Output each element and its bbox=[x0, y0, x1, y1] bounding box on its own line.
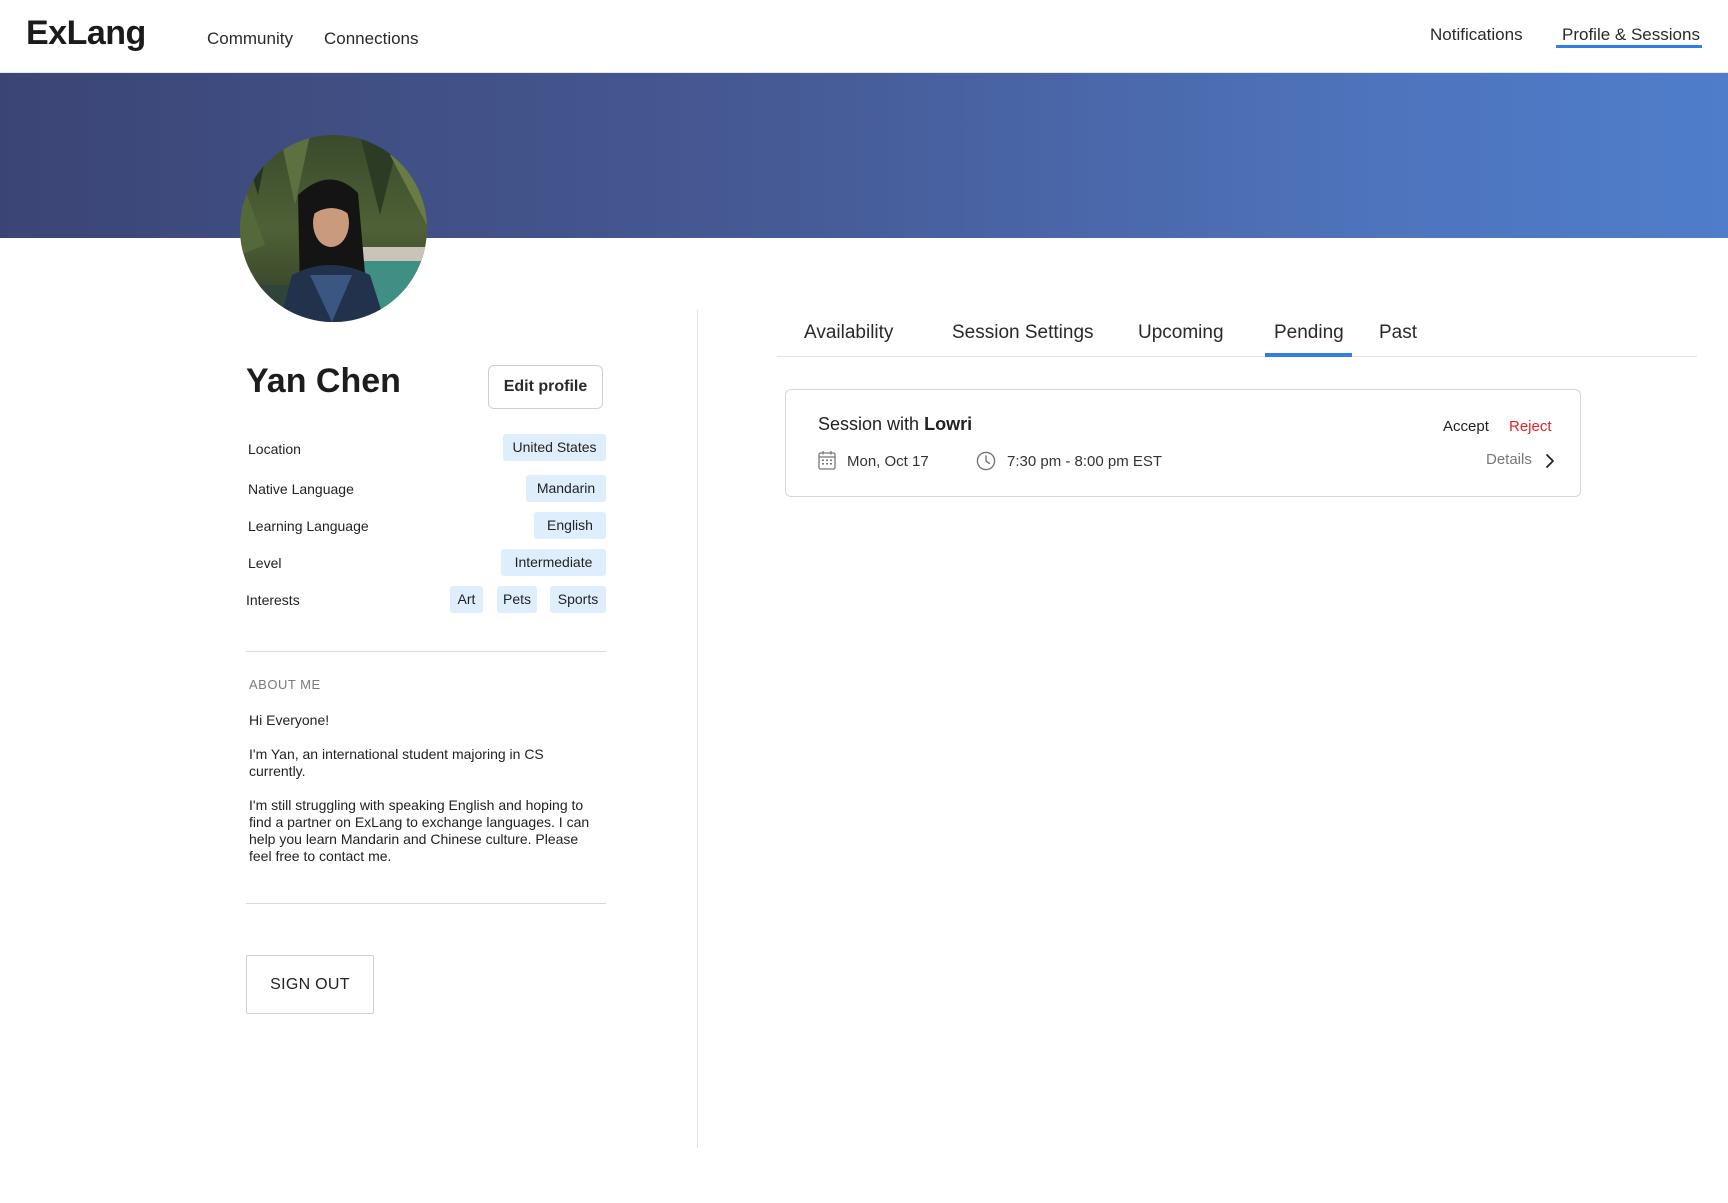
avatar bbox=[240, 135, 427, 322]
session-title: Session with Lowri bbox=[818, 414, 972, 435]
tab-pending[interactable]: Pending bbox=[1274, 322, 1344, 344]
nav-community[interactable]: Community bbox=[207, 29, 293, 49]
reject-button[interactable]: Reject bbox=[1509, 418, 1552, 435]
nav-connections[interactable]: Connections bbox=[324, 29, 419, 49]
session-date: Mon, Oct 17 bbox=[847, 453, 929, 470]
interest-chip-pets: Pets bbox=[497, 586, 537, 613]
nav-notifications[interactable]: Notifications bbox=[1430, 25, 1523, 45]
learning-language-chip: English bbox=[534, 512, 606, 539]
app-logo[interactable]: ExLang bbox=[26, 14, 146, 53]
about-paragraph-1: Hi Everyone! bbox=[249, 712, 330, 728]
nav-active-indicator bbox=[1556, 45, 1702, 48]
avatar-photo bbox=[240, 135, 427, 322]
profile-divider-top bbox=[246, 651, 606, 652]
profile-name: Yan Chen bbox=[246, 362, 401, 400]
tabs-baseline bbox=[777, 356, 1697, 357]
details-link[interactable]: Details bbox=[1486, 451, 1532, 468]
tab-upcoming[interactable]: Upcoming bbox=[1138, 322, 1224, 344]
about-paragraph-3: I'm still struggling with speaking Engli… bbox=[249, 797, 590, 864]
calendar-icon bbox=[818, 451, 836, 470]
native-language-chip: Mandarin bbox=[526, 475, 606, 502]
location-label: Location bbox=[248, 441, 301, 457]
location-chip: United States bbox=[503, 434, 606, 461]
column-separator bbox=[697, 310, 698, 1148]
native-language-label: Native Language bbox=[248, 481, 354, 497]
level-label: Level bbox=[248, 555, 282, 571]
session-title-prefix: Session with bbox=[818, 414, 920, 434]
interest-chip-sports: Sports bbox=[550, 586, 606, 613]
level-chip: Intermediate bbox=[501, 549, 606, 576]
about-me-heading: ABOUT ME bbox=[249, 677, 321, 692]
session-time: 7:30 pm - 8:00 pm EST bbox=[1007, 453, 1163, 470]
interest-chip-art: Art bbox=[450, 586, 483, 613]
tab-availability[interactable]: Availability bbox=[804, 322, 893, 344]
profile-divider-bottom bbox=[246, 903, 606, 904]
learning-language-label: Learning Language bbox=[248, 518, 369, 534]
clock-icon bbox=[976, 451, 996, 471]
about-paragraph-2: I'm Yan, an international student majori… bbox=[249, 746, 544, 779]
edit-profile-button[interactable]: Edit profile bbox=[488, 365, 603, 409]
tab-session-settings[interactable]: Session Settings bbox=[952, 322, 1094, 344]
accept-button[interactable]: Accept bbox=[1443, 418, 1489, 435]
chevron-right-icon[interactable] bbox=[1545, 453, 1555, 469]
session-partner-name: Lowri bbox=[924, 414, 973, 434]
pending-session-card[interactable]: Session with Lowri Accept Reject Mon, Oc… bbox=[785, 389, 1581, 497]
interests-label: Interests bbox=[246, 592, 300, 608]
tab-past[interactable]: Past bbox=[1379, 322, 1417, 344]
sign-out-button[interactable]: SIGN OUT bbox=[246, 955, 374, 1014]
top-navbar: ExLang Community Connections Notificatio… bbox=[0, 0, 1728, 73]
tab-active-indicator bbox=[1265, 353, 1352, 357]
